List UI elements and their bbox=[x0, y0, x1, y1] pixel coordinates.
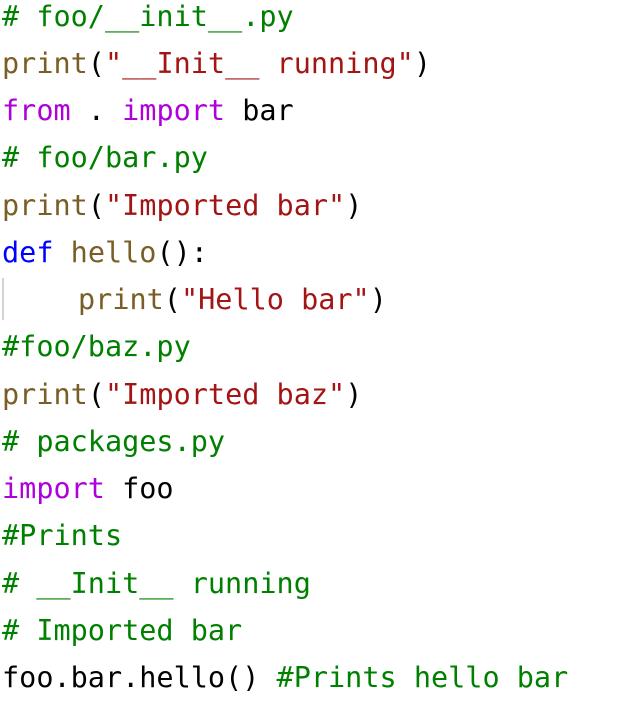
code-line-2: print("__Init__ running") bbox=[2, 40, 431, 87]
string-literal: "__Init__ running" bbox=[104, 47, 414, 80]
function-name: print bbox=[2, 189, 88, 222]
function-name: print bbox=[2, 47, 88, 80]
function-name: hello bbox=[70, 236, 157, 269]
code-line-1: # foo/__init__.py bbox=[2, 0, 294, 40]
open-paren: ( bbox=[163, 283, 181, 316]
code-editor: # foo/__init__.py print("__Init__ runnin… bbox=[0, 0, 639, 697]
comment: #Prints hello bar bbox=[276, 661, 569, 694]
code-line-10: # packages.py bbox=[2, 418, 225, 465]
string-literal: "Hello bar" bbox=[180, 283, 370, 316]
code-line-13: # __Init__ running bbox=[2, 560, 311, 607]
code-line-15: foo.bar.hello() #Prints hello bar bbox=[2, 654, 568, 701]
function-name: print bbox=[2, 378, 88, 411]
keyword-import: import bbox=[122, 94, 226, 127]
close-paren: ) bbox=[345, 378, 363, 411]
code-line-3: from . import bar bbox=[2, 87, 294, 134]
close-paren: ) bbox=[413, 47, 431, 80]
code-line-7: print("Hello bar") bbox=[2, 276, 387, 323]
function-name: print bbox=[78, 283, 164, 316]
keyword-from: from bbox=[2, 94, 71, 127]
code-line-9: print("Imported baz") bbox=[2, 371, 362, 418]
code-text: (): bbox=[156, 236, 208, 269]
open-paren: ( bbox=[87, 189, 105, 222]
code-line-11: import foo bbox=[2, 465, 174, 512]
code-line-6: def hello(): bbox=[2, 229, 208, 276]
close-paren: ) bbox=[345, 189, 363, 222]
module-name: foo bbox=[104, 472, 174, 505]
close-paren: ) bbox=[369, 283, 387, 316]
code-text: . bbox=[70, 94, 123, 127]
comment: # packages.py bbox=[2, 425, 226, 458]
code-line-8: #foo/baz.py bbox=[2, 323, 191, 370]
keyword-def: def bbox=[2, 236, 54, 269]
string-literal: "Imported baz" bbox=[104, 378, 346, 411]
open-paren: ( bbox=[87, 378, 105, 411]
comment: # foo/__init__.py bbox=[2, 0, 294, 33]
open-paren: ( bbox=[87, 47, 105, 80]
code-line-14: # Imported bar bbox=[2, 607, 242, 654]
comment: #foo/baz.py bbox=[2, 330, 191, 363]
string-literal: "Imported bar" bbox=[104, 189, 346, 222]
code-line-4: # foo/bar.py bbox=[2, 134, 208, 181]
keyword-import: import bbox=[2, 472, 105, 505]
code-text: foo.bar.hello() bbox=[2, 661, 277, 694]
code-line-5: print("Imported bar") bbox=[2, 182, 362, 229]
module-name: bar bbox=[225, 94, 294, 127]
comment: # foo/bar.py bbox=[2, 141, 208, 174]
comment: #Prints bbox=[2, 519, 123, 552]
code-line-12: #Prints bbox=[2, 512, 122, 559]
comment: # __Init__ running bbox=[2, 567, 311, 600]
comment: # Imported bar bbox=[2, 614, 243, 647]
